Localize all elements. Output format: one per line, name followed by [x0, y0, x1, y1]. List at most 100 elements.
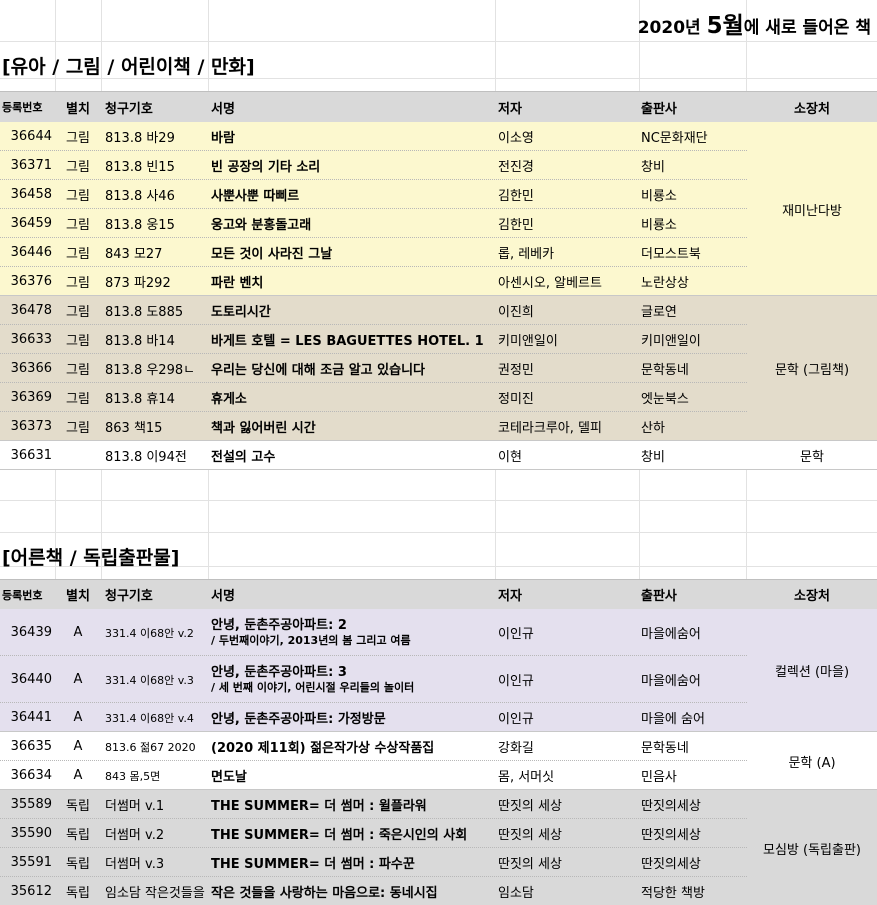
cell-call: 813.8 빈15 [105, 160, 175, 175]
cell-call: 813.8 도885 [105, 305, 184, 320]
cell-pub: 키미앤일이 [641, 334, 701, 349]
cell-pub: 딴짓의세상 [641, 799, 701, 814]
cell-title: 휴게소 [211, 392, 247, 407]
cell-call: 더썸머 v.3 [105, 857, 165, 872]
cell-call: 813.8 이94전 [105, 450, 187, 465]
table-row: 36371 그림 813.8 빈15 빈 공장의 기타 소리 전진경 창비 [0, 151, 747, 180]
table-row: 36440 A 331.4 이68안 v.3 안녕, 둔촌주공아파트: 3/ 세 번째… [0, 656, 747, 703]
cell-sep: A [73, 625, 83, 640]
header-loc: 소장처 [794, 101, 830, 117]
cell-sep: 그림 [66, 218, 90, 233]
cell-id: 36439 [10, 625, 52, 640]
cell-sep: A [73, 739, 83, 754]
table-row: 36633 그림 813.8 바14 바게트 호텔 = LES BAGUETTES H… [0, 325, 747, 354]
cell-sep: 그림 [66, 363, 90, 378]
cell-title: 빈 공장의 기타 소리 [211, 160, 321, 175]
grid-row-line [0, 500, 877, 501]
table-row: 36369 그림 813.8 휴14 휴게소 정미진 엣눈북스 [0, 383, 747, 412]
cell-id: 36633 [10, 332, 52, 347]
header-call: 청구기호 [105, 589, 153, 604]
cell-sep: 그림 [66, 305, 90, 320]
cell-pub: 산하 [641, 421, 665, 436]
cell-pub: 딴짓의세상 [641, 828, 701, 843]
cell-author: 아센시오, 알베르트 [498, 276, 602, 291]
cell-title: 파란 벤치 [211, 276, 264, 291]
cell-title: 책과 잃어버린 시간 [211, 421, 316, 436]
cell-id: 36458 [10, 187, 52, 202]
cell-id: 36635 [10, 739, 52, 754]
header-pub: 출판사 [641, 589, 677, 604]
cell-title: 전설의 고수 [211, 450, 276, 465]
cell-title-main: 안녕, 둔촌주공아파트: 2 [211, 617, 347, 633]
cell-id: 35590 [10, 826, 52, 841]
cell-pub: 비룡소 [641, 218, 677, 233]
cell-author: 정미진 [498, 392, 534, 407]
cell-call: 813.8 웅15 [105, 218, 175, 233]
table-header-row: 등록번호 별치 청구기호 서명 저자 출판사 소장처 [0, 579, 877, 609]
cell-call: 813.8 우298ㄴ [105, 363, 196, 378]
cell-title: 모든 것이 사라진 그날 [211, 247, 333, 262]
cell-id: 36369 [10, 390, 52, 405]
cell-call: 813.8 바29 [105, 131, 175, 146]
cell-title: THE SUMMER= 더 썸머 : 윌플라워 [211, 799, 427, 814]
cell-author: 딴짓의 세상 [498, 828, 562, 843]
cell-title: 안녕, 둔촌주공아파트: 2/ 두번째이야기, 2013년의 봄 그리고 여름 [211, 609, 496, 656]
spreadsheet-sheet: 2020년 5월에 새로 들어온 책 [유아 / 그림 / 어린이책 / 만화]… [0, 0, 877, 905]
cell-id: 35589 [10, 797, 52, 812]
cell-author: 키미앤일이 [498, 334, 558, 349]
cell-id: 36644 [10, 129, 52, 144]
cell-author: 이인규 [498, 712, 534, 727]
title-suffix: 에 새로 들어온 책 [743, 18, 871, 38]
cell-pub: 창비 [641, 160, 665, 175]
cell-title: 면도날 [211, 770, 247, 785]
header-call: 청구기호 [105, 101, 153, 117]
cell-sep [55, 441, 101, 470]
cell-pub: 더모스트북 [641, 247, 701, 262]
cell-id: 36446 [10, 245, 52, 260]
cell-title: 웅고와 분홍돌고래 [211, 218, 312, 233]
header-id: 등록번호 [2, 101, 43, 114]
cell-call: 843 몸,5면 [105, 769, 161, 783]
header-loc: 소장처 [794, 589, 830, 604]
table-row: 36441 A 331.4 이68안 v.4 안녕, 둔촌주공아파트: 가정방문 이인규… [0, 703, 747, 732]
cell-sep: 그림 [66, 131, 90, 146]
header-title: 서명 [211, 589, 235, 604]
header-title: 서명 [211, 101, 235, 117]
cell-id: 36366 [10, 361, 52, 376]
table-header-row: 등록번호 별치 청구기호 서명 저자 출판사 소장처 [0, 91, 877, 122]
cell-sep: 그림 [66, 247, 90, 262]
cell-sep: A [73, 710, 83, 725]
table-row: 35589 독립 더썸머 v.1 THE SUMMER= 더 썸머 : 윌플라워 딴짓의… [0, 790, 747, 819]
cell-title: 우리는 당신에 대해 조금 알고 있습니다 [211, 363, 425, 378]
table-row: 36366 그림 813.8 우298ㄴ 우리는 당신에 대해 조금 알고 있습니다 권… [0, 354, 747, 383]
cell-call: 843 모27 [105, 247, 163, 262]
cell-id: 35591 [10, 855, 52, 870]
table-row: 36439 A 331.4 이68안 v.2 안녕, 둔촌주공아파트: 2/ 두번째이… [0, 609, 747, 656]
cell-pub: NC문화재단 [641, 131, 708, 146]
cell-call: 813.8 휴14 [105, 392, 175, 407]
table-row: 36478 그림 813.8 도885 도토리시간 이진희 글로연 [0, 296, 747, 325]
cell-author: 이진희 [498, 305, 534, 320]
cell-location: 재미난다방 [747, 122, 877, 296]
cell-author: 임소담 [498, 886, 534, 901]
cell-author: 강화길 [498, 741, 534, 756]
cell-sep: 그림 [66, 334, 90, 349]
cell-author: 이인규 [498, 674, 534, 689]
table-row: 36458 그림 813.8 사46 사뿐사뿐 따삐르 김한민 비룡소 [0, 180, 747, 209]
cell-title: 안녕, 둔촌주공아파트: 가정방문 [211, 712, 386, 727]
table-row: 36644 그림 813.8 바29 바람 이소영 NC문화재단 [0, 122, 747, 151]
cell-id: 36478 [10, 303, 52, 318]
header-author: 저자 [498, 589, 522, 604]
grid-row-line [0, 41, 877, 42]
cell-sep: 독립 [66, 799, 90, 814]
header-pub: 출판사 [641, 101, 677, 117]
cell-author: 권정민 [498, 363, 534, 378]
cell-pub: 딴짓의세상 [641, 857, 701, 872]
cell-call: 873 파292 [105, 276, 171, 291]
cell-author: 이현 [498, 450, 522, 465]
cell-sep: 그림 [66, 421, 90, 436]
table-row: 36634 A 843 몸,5면 면도날 몸, 서머싯 민음사 [0, 761, 747, 790]
cell-title-sub: / 두번째이야기, 2013년의 봄 그리고 여름 [211, 633, 411, 647]
cell-location: 모심방 (독립출판) [747, 790, 877, 905]
cell-sep: 그림 [66, 392, 90, 407]
